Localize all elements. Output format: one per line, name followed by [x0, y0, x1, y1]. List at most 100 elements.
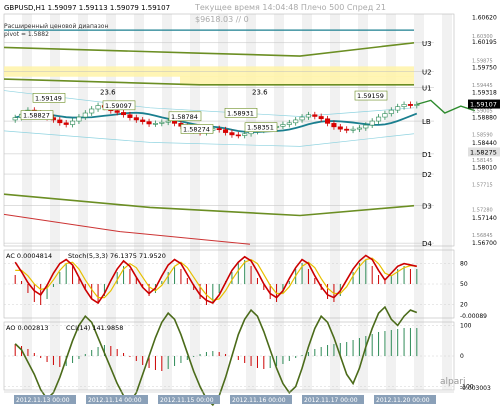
- candle-body: [407, 104, 413, 106]
- date-label: 2012.11.20 00:00: [376, 397, 430, 404]
- ao-label: AO 0.002813: [6, 324, 49, 332]
- candle-body: [318, 116, 324, 120]
- ac-tick: 20: [460, 301, 468, 308]
- price-tick: 1.59750: [472, 65, 497, 72]
- date-label: 2012.11.13 00:00: [16, 397, 70, 404]
- candle-body: [305, 114, 311, 118]
- price-tick-minor: 1.57280: [472, 208, 493, 214]
- price-tick-minor: 1.57715: [472, 183, 493, 189]
- price-label: 1.58931: [227, 109, 254, 117]
- fib-label: 23.6: [100, 89, 116, 97]
- candle-body: [344, 128, 350, 131]
- symbol-header: GBPUSD,H1 1.59097 1.59113 1.59079 1.5910…: [4, 4, 170, 12]
- price-tick-minor: 1.59445: [472, 83, 493, 89]
- pivot-level-label: LB: [422, 118, 431, 126]
- ao-tick: 0: [460, 353, 464, 360]
- candle-body: [223, 129, 229, 133]
- candle-body: [235, 134, 241, 137]
- date-label: 2012.11.17 00:00: [304, 397, 358, 404]
- ao-tick: 100: [460, 322, 472, 329]
- price-tick: 1.58010: [472, 165, 497, 172]
- price-tick-minor: 1.60300: [472, 34, 493, 40]
- candle-body: [337, 126, 343, 130]
- candle-body: [76, 116, 82, 122]
- price-label: 1.58784: [171, 113, 198, 121]
- date-label: 2012.11.15 00:00: [160, 397, 214, 404]
- candle-body: [388, 109, 394, 114]
- price-tick-minor: 1.58145: [472, 158, 493, 164]
- date-label: 2012.11.14 00:00: [88, 397, 142, 404]
- last-price-label: 1.59107: [470, 101, 497, 109]
- price-label: 1.59159: [357, 92, 384, 100]
- price-tick: 1.59318: [472, 89, 497, 96]
- candle-body: [286, 122, 292, 125]
- candle-body: [152, 123, 158, 125]
- price-label: 1.58827: [23, 112, 50, 120]
- candle-body: [299, 116, 305, 121]
- price-tick-minor: 1.58590: [472, 132, 493, 138]
- price-label: 1.59149: [35, 94, 62, 102]
- price-tick-minor: 1.59005: [472, 108, 493, 114]
- session-separator: [442, 14, 452, 390]
- stoch-label: Stoch(5,3,3) 76.1375 71.9520: [68, 252, 166, 260]
- resistance-zone: [180, 76, 414, 86]
- ac-label: AC 0.0004814: [6, 252, 52, 260]
- price-tick: 1.58880: [472, 115, 497, 122]
- candle-body: [376, 116, 382, 122]
- candle-body: [165, 120, 171, 123]
- candle-body: [114, 110, 120, 113]
- price-tick: 1.58440: [472, 140, 497, 147]
- ac-tick: 50: [460, 281, 468, 288]
- candle-body: [89, 108, 95, 114]
- candle-body: [133, 117, 139, 121]
- candle-body: [229, 132, 235, 136]
- balance-info: $9618.03 // 0: [195, 15, 249, 24]
- pivot-level-label: U2: [422, 69, 432, 77]
- candle-body: [121, 112, 127, 116]
- candle-body: [63, 122, 69, 125]
- watermark-logo: alpari: [440, 377, 465, 387]
- candle-body: [401, 104, 407, 107]
- candle-body: [331, 123, 337, 128]
- candle-body: [57, 119, 63, 124]
- fib-label: 23.6: [252, 89, 268, 97]
- session-info: Текущее время 14:04:48 Плечо 500 Спред 2…: [194, 3, 386, 12]
- price-label: 1.58274: [183, 125, 210, 133]
- candle-body: [395, 106, 401, 111]
- pivot-level-label: D3: [422, 203, 432, 211]
- candle-body: [82, 112, 88, 118]
- candle-body: [312, 114, 318, 117]
- price-tick-minor: 1.56845: [472, 233, 493, 239]
- candle-body: [159, 121, 165, 124]
- candle-body: [216, 128, 222, 131]
- pivot-level-label: D1: [422, 151, 432, 159]
- candle-body: [382, 113, 388, 118]
- candle-body: [350, 128, 356, 131]
- price-tick: 1.60620: [472, 14, 497, 21]
- date-label: 2012.11.16 00:00: [232, 397, 286, 404]
- price-label: 1.59097: [105, 102, 132, 110]
- price-tick: 1.56700: [472, 240, 497, 247]
- candle-body: [293, 119, 299, 124]
- price-label: 1.58351: [247, 124, 274, 132]
- pivot-level-label: U1: [422, 85, 432, 93]
- candle-body: [95, 105, 101, 110]
- candle-body: [325, 118, 331, 124]
- candle-body: [140, 119, 146, 122]
- ac-tick: -0.00089: [460, 313, 487, 320]
- candle-body: [172, 120, 178, 124]
- candle-body: [70, 120, 76, 125]
- pivot-level-label: D2: [422, 171, 432, 179]
- price-tick-minor: 1.59875: [472, 58, 493, 64]
- candle-body: [280, 124, 286, 127]
- candle-body: [127, 114, 133, 118]
- ac-tick: 80: [460, 261, 468, 268]
- candle-body: [363, 124, 369, 129]
- cci-label: CCI(14) 141.9858: [66, 324, 123, 332]
- candle-body: [242, 133, 248, 136]
- candle-body: [356, 127, 362, 130]
- candle-body: [146, 121, 152, 125]
- candle-body: [369, 120, 375, 126]
- price-tick: 1.60195: [472, 39, 497, 46]
- pivot-level-label: D4: [422, 240, 432, 248]
